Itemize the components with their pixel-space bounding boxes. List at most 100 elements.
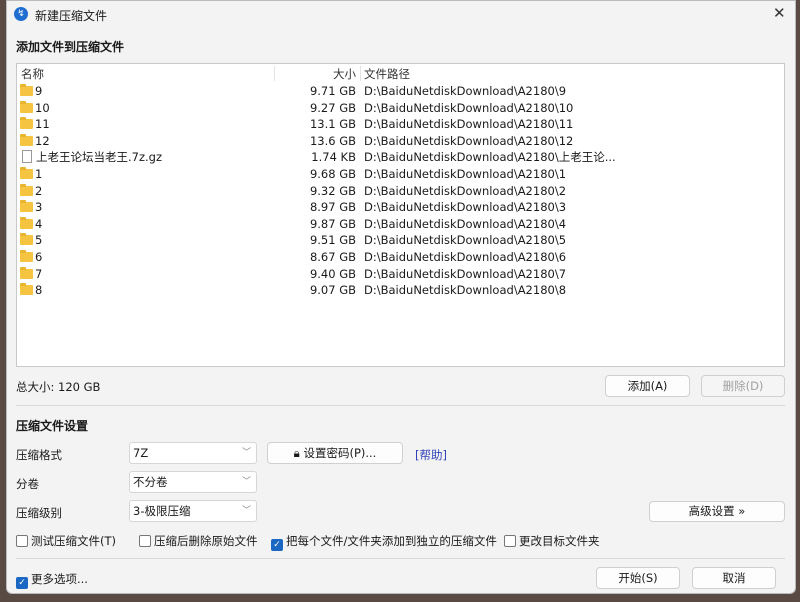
chevron-down-icon: ﹀	[241, 506, 251, 516]
folder-icon	[20, 183, 33, 196]
path-cell: D:\BaiduNetdiskDownload\A2180\11	[364, 117, 574, 132]
split-value: 不分卷	[133, 475, 168, 489]
table-row[interactable]: 6 8.67 GB D:\BaiduNetdiskDownload\A2180\6	[17, 249, 784, 266]
format-value: 7Z	[133, 446, 149, 460]
path-cell: D:\BaiduNetdiskDownload\A2180\1	[364, 167, 567, 181]
name-cell: 12	[20, 133, 50, 150]
table-row[interactable]: 10 9.27 GB D:\BaiduNetdiskDownload\A2180\1…	[17, 100, 784, 117]
table-row[interactable]: 4 9.87 GB D:\BaiduNetdiskDownload\A2180\4	[17, 216, 784, 233]
set-password-button[interactable]: 🔒︎ 设置密码(P)...	[267, 442, 403, 464]
size-cell: 8.97 GB	[309, 200, 356, 215]
path-cell: D:\BaiduNetdiskDownload\A2180\3	[364, 200, 567, 215]
size-cell: 9.32 GB	[309, 183, 356, 198]
path-cell: D:\BaiduNetdiskDownload\A2180\10	[364, 100, 574, 115]
name-cell: 5	[20, 232, 42, 249]
add-button[interactable]: 添加(A)	[605, 375, 690, 397]
checkmark-icon: ✓	[16, 577, 28, 589]
folder-icon	[20, 167, 33, 179]
folder-icon	[20, 266, 33, 279]
name-cell: 6	[20, 249, 42, 266]
name-cell: 10	[20, 100, 50, 117]
column-path[interactable]: 文件路径	[364, 66, 410, 83]
folder-icon	[20, 84, 33, 96]
size-cell: 13.6 GB	[309, 133, 356, 148]
table-row[interactable]: 2 9.32 GB D:\BaiduNetdiskDownload\A2180\2	[17, 183, 784, 200]
folder-icon	[20, 233, 33, 246]
table-row[interactable]: 3 8.97 GB D:\BaiduNetdiskDownload\A2180\3	[17, 199, 784, 216]
advanced-settings-button[interactable]: 高级设置 »	[649, 501, 785, 522]
table-row[interactable]: 7 9.40 GB D:\BaiduNetdiskDownload\A2180\7	[17, 266, 784, 283]
delete-after-checkbox[interactable]: 压缩后删除原始文件	[139, 534, 258, 548]
path-cell: D:\BaiduNetdiskDownload\A2180\7	[364, 266, 567, 281]
file-list[interactable]: 名称 大小 文件路径 9 9.71 GB D:\BaiduNetdiskDownlo…	[16, 63, 785, 367]
file-icon	[22, 150, 32, 164]
level-value: 3-极限压缩	[133, 504, 191, 518]
folder-icon	[20, 250, 33, 262]
table-row[interactable]: 8 9.07 GB D:\BaiduNetdiskDownload\A2180\8	[17, 282, 784, 299]
size-cell: 9.68 GB	[309, 167, 356, 181]
name-cell: 7	[20, 266, 42, 283]
path-cell: D:\BaiduNetdiskDownload\A2180\6	[364, 250, 567, 264]
path-cell: D:\BaiduNetdiskDownload\A2180\上老王论...	[364, 150, 616, 165]
chevron-down-icon: ﹀	[241, 448, 251, 458]
settings-title: 压缩文件设置	[16, 419, 89, 433]
table-row[interactable]: 12 13.6 GB D:\BaiduNetdiskDownload\A2180\1…	[17, 133, 784, 150]
more-options-checkbox[interactable]: ✓ 更多选项...	[16, 572, 88, 589]
total-size: 总大小: 120 GB	[16, 380, 101, 394]
size-cell: 9.51 GB	[309, 233, 356, 248]
lock-icon: 🔒︎	[293, 446, 304, 460]
format-select[interactable]: 7Z ﹀	[129, 442, 257, 464]
size-cell: 9.27 GB	[309, 100, 356, 115]
folder-icon	[20, 100, 33, 113]
level-label: 压缩级别	[16, 506, 62, 520]
size-cell: 13.1 GB	[309, 117, 356, 132]
delete-button[interactable]: 删除(D)	[701, 375, 785, 397]
name-cell: 4	[20, 216, 42, 233]
column-name[interactable]: 名称	[21, 66, 44, 83]
test-archive-checkbox[interactable]: 测试压缩文件(T)	[16, 534, 116, 548]
size-cell: 9.40 GB	[309, 266, 356, 281]
close-icon[interactable]: ✕	[773, 4, 786, 22]
name-cell: 8	[20, 282, 42, 299]
checkmark-icon: ✓	[271, 539, 283, 551]
table-row[interactable]: 9 9.71 GB D:\BaiduNetdiskDownload\A2180\9	[17, 83, 784, 100]
level-select[interactable]: 3-极限压缩 ﹀	[129, 500, 257, 522]
path-cell: D:\BaiduNetdiskDownload\A2180\12	[364, 133, 574, 148]
name-cell: 9	[20, 83, 42, 100]
table-row[interactable]: 5 9.51 GB D:\BaiduNetdiskDownload\A2180\5	[17, 232, 784, 249]
path-cell: D:\BaiduNetdiskDownload\A2180\4	[364, 216, 567, 231]
split-select[interactable]: 不分卷 ﹀	[129, 471, 257, 493]
split-label: 分卷	[16, 477, 39, 491]
path-cell: D:\BaiduNetdiskDownload\A2180\2	[364, 183, 567, 198]
name-cell: 2	[20, 183, 42, 200]
checkbox-icon	[139, 535, 151, 547]
table-row[interactable]: 11 13.1 GB D:\BaiduNetdiskDownload\A2180\1…	[17, 116, 784, 133]
table-row[interactable]: 1 9.68 GB D:\BaiduNetdiskDownload\A2180\1	[17, 166, 784, 183]
folder-icon	[20, 133, 33, 146]
path-cell: D:\BaiduNetdiskDownload\A2180\8	[364, 283, 567, 298]
checkbox-icon	[504, 535, 516, 547]
column-size[interactable]: 大小	[333, 66, 356, 83]
name-cell: 11	[20, 116, 50, 133]
window-title: 新建压缩文件	[35, 9, 108, 23]
separate-archives-checkbox[interactable]: ✓ 把每个文件/文件夹添加到独立的压缩文件	[271, 534, 497, 551]
path-cell: D:\BaiduNetdiskDownload\A2180\9	[364, 84, 567, 98]
checkbox-icon	[16, 535, 28, 547]
name-cell: 1	[20, 166, 42, 183]
cancel-button[interactable]: 取消	[692, 567, 776, 589]
start-button[interactable]: 开始(S)	[596, 567, 680, 589]
size-cell: 9.07 GB	[309, 283, 356, 298]
size-cell: 1.74 KB	[311, 150, 356, 165]
new-archive-dialog: ↯ 新建压缩文件 ✕ 添加文件到压缩文件 名称 大小 文件路径 9 9.71 GB…	[6, 0, 796, 594]
table-row[interactable]: 上老王论坛当老王.7z.gz 1.74 KB D:\BaiduNetdiskDown…	[17, 149, 784, 166]
size-cell: 8.67 GB	[309, 250, 356, 264]
change-target-folder-checkbox[interactable]: 更改目标文件夹	[504, 534, 600, 548]
help-link[interactable]: [帮助]	[415, 447, 447, 463]
folder-icon	[20, 283, 33, 296]
chevron-down-icon: ﹀	[241, 477, 251, 487]
name-cell: 3	[20, 199, 42, 216]
app-icon: ↯	[14, 7, 28, 21]
add-section-title: 添加文件到压缩文件	[16, 40, 125, 54]
folder-icon	[20, 200, 33, 213]
folder-icon	[20, 117, 33, 130]
